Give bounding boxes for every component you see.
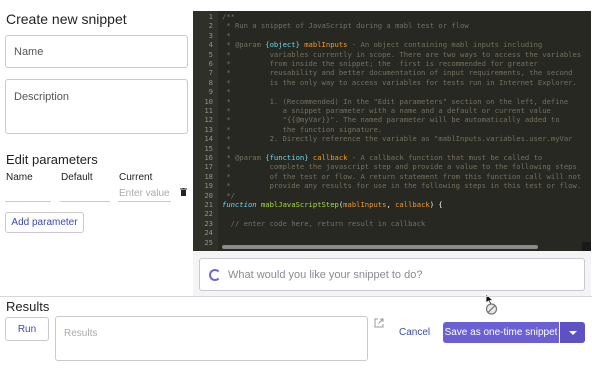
snippet-form-panel: Create new snippet Name Description Edit… xyxy=(0,0,192,296)
code-token: * variables currently in scope. There ar… xyxy=(222,49,582,59)
code-token: mablInputs xyxy=(343,200,387,209)
editor-horizontal-scrollbar[interactable] xyxy=(222,245,538,249)
page-title: Create new snippet xyxy=(6,11,127,27)
results-divider xyxy=(0,296,592,297)
results-heading: Results xyxy=(6,299,50,314)
code-token: * complete the javascript step and provi… xyxy=(222,162,577,172)
ai-prompt-input[interactable]: What would you like your snippet to do? xyxy=(199,258,585,291)
code-token: * @param xyxy=(222,40,266,50)
line-number: 25 xyxy=(204,237,213,247)
sparkle-loader-icon xyxy=(209,269,221,281)
code-token: * the function signature. xyxy=(222,124,383,134)
param-default-input[interactable] xyxy=(60,201,110,202)
param-col-default: Default xyxy=(61,172,93,183)
param-current-input[interactable] xyxy=(118,201,171,202)
code-token: * reusability and better documentation o… xyxy=(222,68,573,78)
code-token: * 1. (Recommended) In the "Edit paramete… xyxy=(222,96,569,106)
code-editor[interactable]: 1/** 2 * Run a snippet of JavaScript duri… xyxy=(193,11,591,251)
description-field-placeholder: Description xyxy=(14,91,70,103)
cancel-button[interactable]: Cancel xyxy=(399,327,430,338)
code-token: callback xyxy=(395,200,430,209)
editor-resize-corner xyxy=(582,242,591,251)
ai-prompt-placeholder: What would you like your snippet to do? xyxy=(228,269,423,281)
code-token: * is the only way to access variables fo… xyxy=(222,77,577,87)
save-options-chevron-down-icon[interactable] xyxy=(560,322,585,343)
code-token: , xyxy=(386,200,396,209)
code-token: {object} xyxy=(265,40,300,50)
run-button[interactable]: Run xyxy=(5,317,49,341)
code-token: * 2. Directly reference the variable as … xyxy=(222,134,573,144)
add-parameter-button[interactable]: Add parameter xyxy=(5,212,84,233)
code-token: mablInputs xyxy=(304,40,348,50)
code-token: function xyxy=(222,200,257,209)
code-token: callback xyxy=(312,153,348,162)
results-placeholder: Results xyxy=(64,328,98,339)
code-token: * xyxy=(222,143,231,153)
param-col-name: Name xyxy=(6,172,33,183)
code-token: * xyxy=(222,87,231,97)
results-output: Results xyxy=(55,316,368,361)
code-token: // enter code here, return result in cal… xyxy=(222,218,426,228)
name-field[interactable]: Name xyxy=(5,35,188,68)
code-token: mablJavaScriptStep xyxy=(260,200,339,209)
edit-parameters-heading: Edit parameters xyxy=(6,152,98,167)
open-external-icon[interactable] xyxy=(374,318,384,328)
code-token: * "{{@myVar}}". The named parameter will… xyxy=(222,115,560,125)
code-token: */ xyxy=(222,190,235,200)
code-token: * provide any results for use in the fol… xyxy=(222,181,582,191)
code-token: * xyxy=(222,30,231,40)
code-token: - A callback function that must be calle… xyxy=(347,153,543,162)
code-token: - An object containing mabl inputs inclu… xyxy=(347,40,543,50)
param-current-placeholder: Enter value xyxy=(119,188,170,199)
code-token: /** xyxy=(222,12,235,21)
code-token: * Run a snippet of JavaScript during a m… xyxy=(222,21,469,31)
save-one-time-snippet-button[interactable]: Save as one-time snippet xyxy=(443,322,559,343)
code-token: * from inside the snippet; the first is … xyxy=(222,59,538,68)
code-token: ) { xyxy=(429,200,443,209)
code-token: * of the test or flow. A return statemen… xyxy=(222,171,582,181)
trash-icon[interactable] xyxy=(180,188,187,196)
name-field-placeholder: Name xyxy=(14,46,44,58)
param-col-current: Current xyxy=(119,172,153,183)
description-field[interactable]: Description xyxy=(5,79,188,134)
param-name-input[interactable] xyxy=(5,201,51,202)
code-token: * @param xyxy=(222,153,266,162)
code-token: {function} xyxy=(265,153,309,162)
code-token: * a snippet parameter with a name and a … xyxy=(222,106,551,115)
